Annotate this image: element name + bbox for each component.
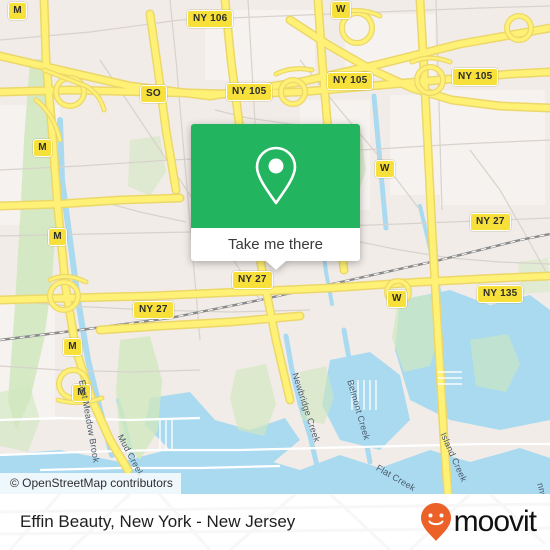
transit-marker-shield: M [63, 338, 82, 356]
transit-marker-shield: W [375, 160, 395, 178]
road-shield: NY 135 [477, 285, 524, 303]
road-shield: NY 105 [452, 68, 499, 86]
road-shield: NY 106 [187, 10, 234, 28]
popup-icon-area [191, 124, 360, 228]
moovit-logo[interactable]: moovit [419, 502, 537, 542]
transit-marker-shield: W [387, 290, 407, 308]
road-shield: NY 27 [133, 301, 174, 319]
road-shield: NY 27 [232, 271, 273, 289]
location-popup-card[interactable]: Take me there [191, 124, 360, 270]
road-shield: NY 105 [327, 72, 374, 90]
transit-marker-shield: M [48, 228, 67, 246]
footer-bar: Effin Beauty, New York - New Jersey moov… [0, 494, 550, 550]
popup-pointer-tail [265, 261, 286, 270]
page-title: Effin Beauty, New York - New Jersey [20, 512, 296, 531]
take-me-there-label: Take me there [227, 236, 324, 253]
moovit-pin-icon [420, 503, 451, 541]
map-canvas[interactable]: NY 106 SO NY 105 NY 105 NY 105 NY 27 NY 27 NY 2… [0, 0, 550, 494]
transit-marker-shield: M [33, 139, 52, 157]
moovit-wordmark: moovit [453, 505, 537, 538]
road-shield: NY 105 [226, 83, 273, 101]
road-shield: SO [140, 85, 167, 103]
map-attribution[interactable]: © OpenStreetMap contributors [0, 473, 181, 494]
location-pin-icon [255, 146, 296, 205]
transit-marker-shield: M [8, 2, 27, 20]
screenshot-root: NY 106 SO NY 105 NY 105 NY 105 NY 27 NY 27 NY 2… [0, 0, 550, 550]
take-me-there-button[interactable]: Take me there [191, 228, 360, 261]
road-shield: NY 27 [470, 213, 511, 231]
transit-marker-shield: W [331, 1, 351, 19]
